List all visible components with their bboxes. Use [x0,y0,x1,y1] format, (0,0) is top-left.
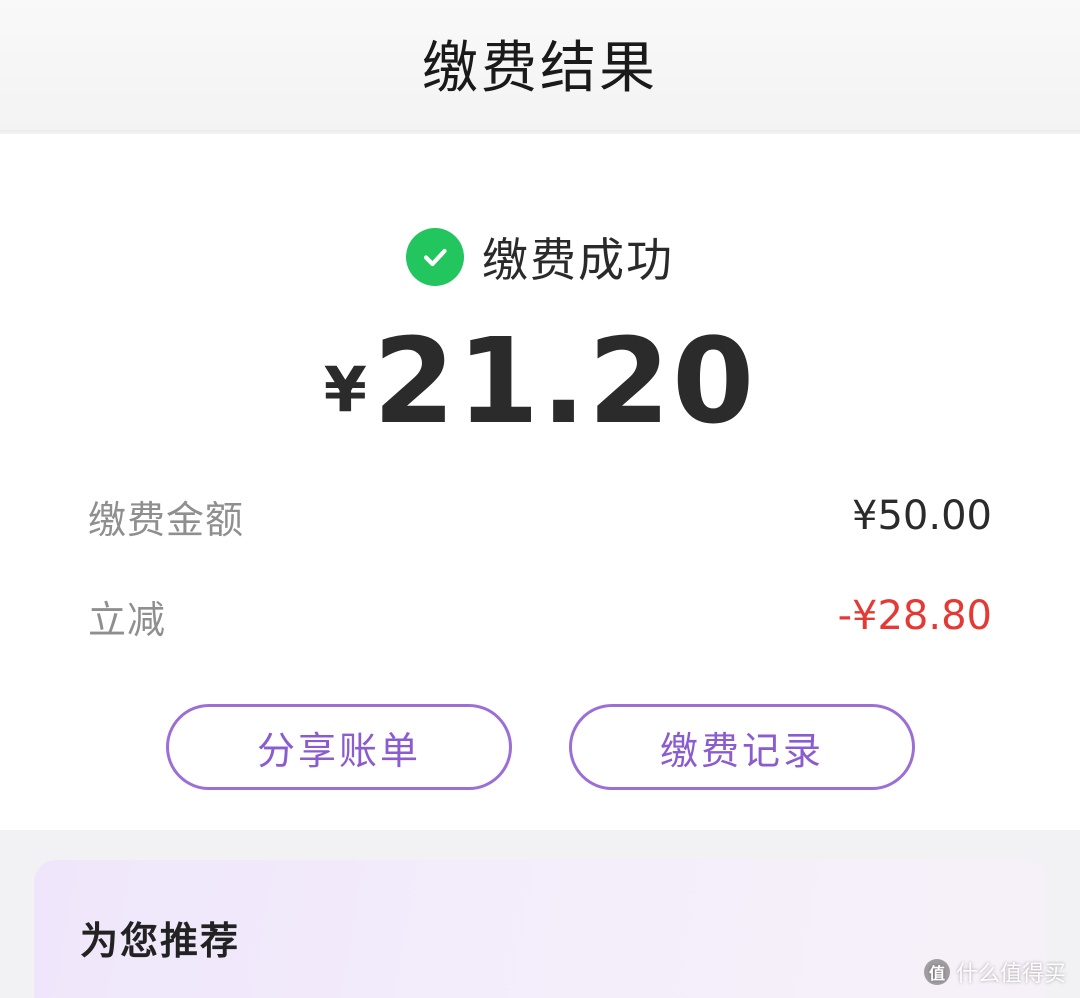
paid-amount: ¥ 21.20 [0,310,1080,440]
result-card: 缴费成功 ¥ 21.20 缴费金额 ¥50.00 立减 -¥28.80 分享账单… [0,134,1080,830]
recommend-title: 为您推荐 [80,919,241,963]
check-circle-icon [406,228,464,286]
watermark: 值 什么值得买 [923,956,1066,988]
watermark-badge-icon: 值 [923,959,950,985]
detail-row-discount: 立减 -¥28.80 [88,586,992,646]
recommend-card: 为您推荐 [34,860,1046,998]
payment-history-button[interactable]: 缴费记录 [569,704,915,790]
watermark-text: 什么值得买 [955,962,1066,987]
detail-row-payment-amount: 缴费金额 ¥50.00 [88,486,992,546]
currency-symbol: ¥ [323,353,367,426]
payment-result-page: 缴费结果 缴费成功 ¥ 21.20 缴费金额 ¥50.00 立减 -¥28.80… [0,0,1080,998]
status-text: 缴费成功 [482,233,674,287]
detail-value: ¥50.00 [852,493,992,539]
share-bill-button[interactable]: 分享账单 [166,704,512,790]
discount-value: -¥28.80 [837,593,992,639]
detail-label: 缴费金额 [88,497,245,542]
page-title: 缴费结果 [422,35,658,101]
amount-value: 21.20 [372,312,757,450]
status-row: 缴费成功 [0,222,1080,292]
header-bar: 缴费结果 [0,0,1080,132]
detail-label: 立减 [88,597,167,642]
